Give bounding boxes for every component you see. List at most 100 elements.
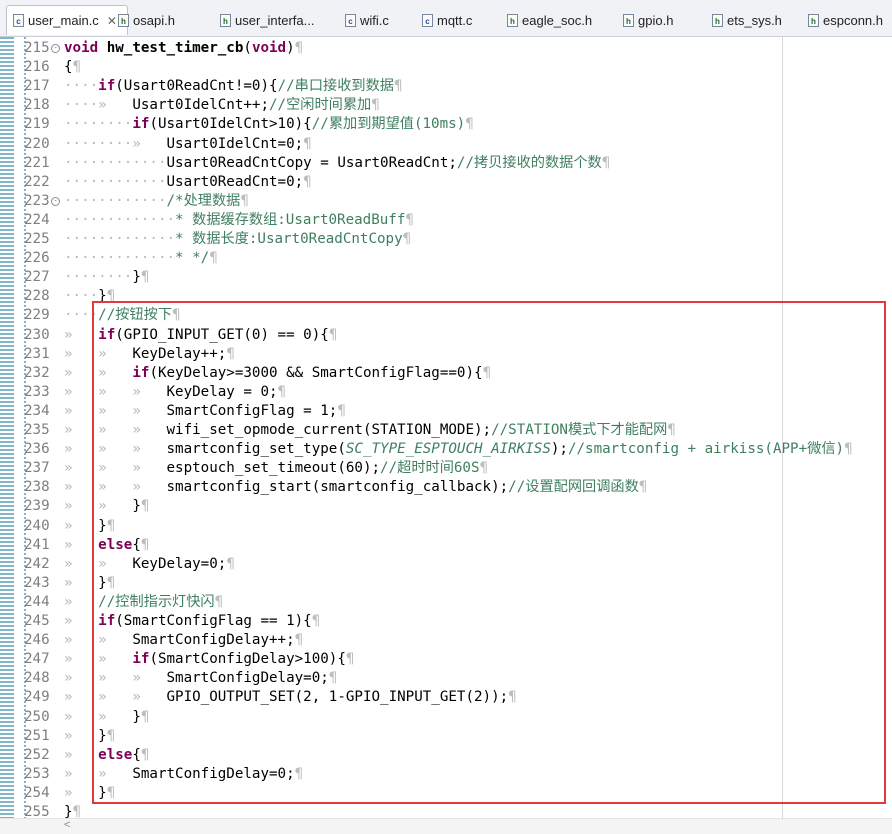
tab-label: gpio.h — [638, 12, 674, 28]
line-number: 242 — [24, 555, 50, 572]
tab-5[interactable]: h eagle_soc.h — [507, 5, 592, 35]
keyword: void — [251, 40, 287, 56]
pilcrow: ¶ — [72, 59, 82, 76]
horizontal-scrollbar[interactable]: < — [0, 818, 892, 834]
line-number: 246 — [24, 632, 50, 649]
comment: * 数据长度:Usart0ReadCntCopy — [175, 231, 403, 247]
pilcrow: ¶ — [209, 250, 218, 267]
editor-tab-bar: c user_main.c ✕ h osapi.h h user_interfa... c wi… — [0, 0, 892, 37]
comment: * */ — [175, 250, 210, 267]
line-number: 230 — [24, 326, 50, 343]
tab-2[interactable]: h user_interfa... — [220, 5, 315, 35]
tab-label: espconn.h — [823, 12, 883, 28]
line-number: 220 — [24, 135, 50, 152]
whitespace-marker: ············ — [64, 154, 167, 171]
line-number: 245 — [24, 613, 50, 629]
scroll-left-arrow[interactable]: < — [64, 819, 70, 831]
tab-label: mqtt.c — [437, 12, 473, 28]
tab-1[interactable]: h osapi.h — [118, 5, 175, 35]
whitespace-marker: ············· — [64, 211, 176, 228]
keyword: if — [98, 78, 116, 95]
line-number: 250 — [24, 708, 50, 725]
comment: //拷贝接收的数据个数 — [456, 154, 602, 171]
line-number: 232 — [24, 364, 50, 381]
code-text: hw_test_timer_cb — [106, 40, 244, 56]
code-line: 225 ·············* 数据长度:Usart0ReadCntCopy… — [0, 230, 892, 249]
c-file-icon: c — [422, 13, 433, 27]
code-text: } — [132, 269, 141, 286]
line-number: 239 — [24, 498, 50, 515]
code-line: 215- void hw_test_timer_cb(void)¶ — [0, 39, 892, 58]
keyword: void — [64, 40, 99, 56]
pilcrow: ¶ — [303, 173, 312, 190]
h-file-icon: h — [712, 13, 723, 27]
pilcrow: ¶ — [371, 97, 380, 114]
tab-label: eagle_soc.h — [522, 12, 593, 28]
line-number: 228 — [24, 288, 50, 305]
whitespace-marker: ········» — [64, 135, 167, 152]
line-number: 248 — [24, 670, 50, 687]
code-line: 227 ········}¶ — [0, 268, 892, 287]
code-line: 224 ·············* 数据缓存数组:Usart0ReadBuff¶ — [0, 211, 892, 230]
whitespace-marker: ···· — [64, 78, 99, 95]
pilcrow: ¶ — [240, 192, 249, 209]
tab-8[interactable]: h espconn.h — [808, 5, 883, 35]
line-number: 231 — [24, 345, 50, 362]
code-line: 221 ············Usart0ReadCntCopy = Usart… — [0, 154, 892, 173]
line-number: 229 — [24, 307, 50, 324]
code-line: 222 ············Usart0ReadCnt=0;¶ — [0, 173, 892, 192]
whitespace-marker: ········ — [64, 116, 133, 133]
tab-label: user_main.c — [28, 13, 99, 28]
code-text: Usart0ReadCntCopy = Usart0ReadCnt; — [166, 154, 457, 171]
pilcrow: ¶ — [393, 78, 403, 95]
pilcrow: ¶ — [465, 116, 474, 133]
line-number: 236 — [24, 441, 50, 458]
line-number: 222 — [24, 173, 50, 190]
tab-3[interactable]: c wifi.c — [345, 5, 389, 35]
line-number: 217 — [24, 78, 50, 95]
line-number: 237 — [24, 460, 50, 477]
c-file-icon: c — [13, 14, 24, 27]
line-number: 235 — [24, 422, 50, 438]
code-text: ( — [243, 40, 252, 56]
h-file-icon: h — [808, 13, 819, 27]
comment: /*处理数据 — [166, 192, 241, 209]
line-number: 216 — [24, 59, 50, 76]
code-text: { — [64, 59, 73, 76]
tab-0[interactable]: c user_main.c ✕ — [6, 5, 128, 35]
line-number: 225 — [24, 231, 50, 247]
highlight-box — [92, 301, 886, 804]
whitespace-marker: ····» — [64, 97, 133, 114]
code-line: 220 ········» Usart0IdelCnt=0;¶ — [0, 135, 892, 154]
code-text: (Usart0ReadCnt!=0){ — [115, 78, 278, 95]
line-number: 251 — [24, 727, 50, 744]
tab-label: osapi.h — [133, 12, 175, 28]
comment: //串口接收到数据 — [277, 78, 394, 95]
line-number: 249 — [24, 689, 50, 706]
h-file-icon: h — [118, 13, 129, 27]
tab-7[interactable]: h ets_sys.h — [712, 5, 782, 35]
keyword: if — [132, 116, 150, 133]
tab-6[interactable]: h gpio.h — [623, 5, 673, 35]
pilcrow: ¶ — [402, 231, 412, 247]
fold-toggle-icon[interactable]: - — [51, 44, 60, 53]
close-icon[interactable]: ✕ — [107, 14, 117, 28]
code-text: ) — [286, 40, 295, 56]
code-line: 219 ········if(Usart0IdelCnt>10){//累加到期望值… — [0, 115, 892, 134]
c-file-icon: c — [345, 13, 356, 27]
code-line: 223- ············/*处理数据¶ — [0, 192, 892, 211]
whitespace-marker: ············ — [64, 173, 167, 190]
tab-4[interactable]: c mqtt.c — [422, 5, 472, 35]
tab-label: wifi.c — [360, 12, 389, 28]
line-number: 221 — [24, 154, 50, 171]
line-number: 241 — [24, 536, 50, 553]
line-number: 240 — [24, 517, 50, 534]
fold-toggle-icon[interactable]: - — [51, 196, 60, 206]
whitespace-marker: ············· — [64, 250, 176, 267]
whitespace-marker: ············· — [64, 231, 176, 247]
h-file-icon: h — [623, 13, 634, 27]
line-number: 254 — [24, 784, 50, 801]
comment: //空闲时间累加 — [269, 97, 372, 114]
code-line: 226 ·············* */¶ — [0, 249, 892, 268]
